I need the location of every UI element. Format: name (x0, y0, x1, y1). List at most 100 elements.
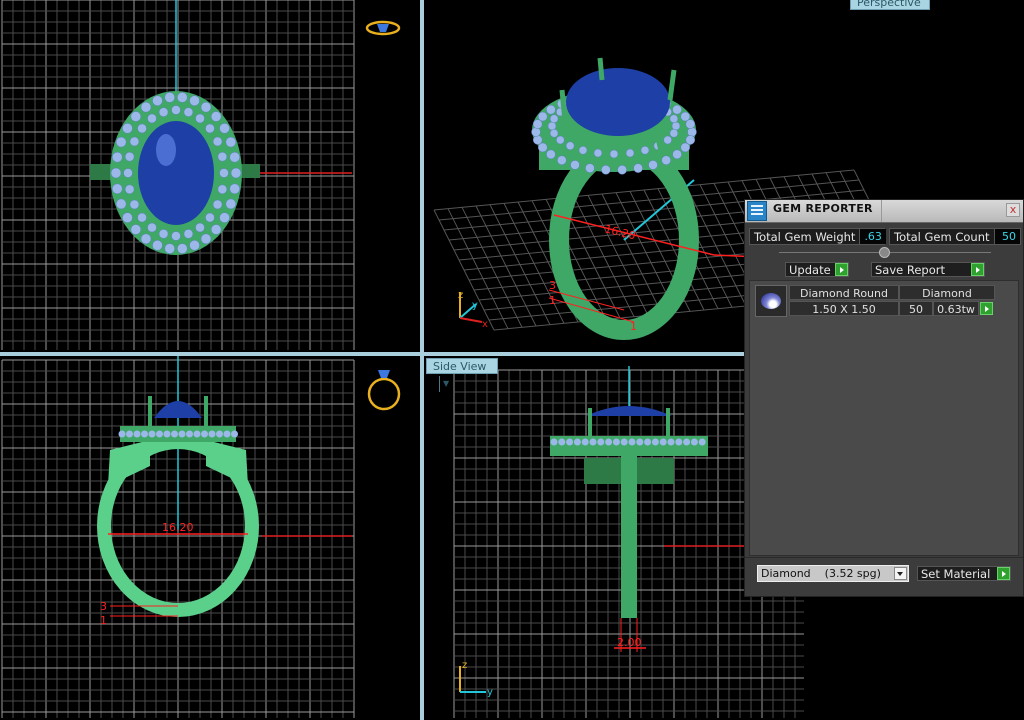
close-icon: x (1009, 203, 1017, 216)
accent-stone (216, 430, 223, 438)
shoulder-right (206, 440, 248, 486)
accent-stone (130, 111, 142, 122)
accent-stone (546, 149, 556, 160)
accent-stone (549, 128, 559, 138)
accent-stone (605, 438, 613, 446)
dimension-label-c: 1 (630, 320, 637, 333)
accent-stone (556, 135, 565, 145)
svg-text:y: y (487, 687, 493, 698)
save-report-button[interactable]: Save Report (871, 262, 985, 277)
play-arrow-icon[interactable] (835, 263, 848, 276)
accent-stone (570, 160, 580, 170)
accent-stone (115, 198, 127, 210)
material-select-value: Diamond (3.52 spg) (761, 567, 881, 580)
total-gem-count-field: Total Gem Count 50 (889, 228, 1021, 245)
accent-stone (620, 438, 628, 446)
accent-stone (531, 127, 541, 137)
accent-stone (171, 430, 178, 438)
accent-stone (685, 135, 696, 145)
diamond-round-icon (755, 285, 787, 317)
accent-stone (690, 438, 698, 446)
accent-stone (177, 92, 188, 103)
accent-stone (158, 107, 169, 117)
ring-front-icon (367, 370, 401, 411)
play-arrow-icon[interactable] (971, 263, 984, 276)
accent-stone (124, 184, 135, 195)
close-button[interactable]: x (1006, 203, 1020, 217)
panel-title: GEM REPORTER (773, 202, 873, 215)
accent-stone (593, 148, 603, 158)
accent-stone (532, 119, 543, 129)
accent-stone (669, 114, 679, 124)
accent-stone (137, 212, 147, 223)
accent-stone (140, 101, 152, 113)
accent-stone (124, 151, 135, 162)
divider (881, 200, 882, 222)
set-material-button[interactable]: Set Material (917, 566, 1011, 581)
gem-highlight (156, 134, 176, 166)
accent-stone (217, 184, 228, 195)
gem-quantity: 50 (899, 301, 933, 316)
gem-list-row[interactable]: Diamond Round Diamond 1.50 X 1.50 50 0.6… (755, 285, 995, 319)
accent-stone (193, 430, 201, 438)
gem-weight: 0.63tw (933, 301, 979, 316)
collapse-toggle[interactable] (879, 247, 890, 258)
accent-stone (147, 222, 157, 233)
accent-stone (112, 183, 123, 195)
viewport-front[interactable]: 16.20 3 1 (0, 356, 420, 720)
accent-stone (112, 151, 123, 163)
accent-stone (671, 121, 681, 131)
accent-stone (537, 111, 548, 122)
accent-stone (578, 145, 588, 155)
accent-stone (141, 430, 148, 438)
accent-stone (617, 165, 627, 175)
update-label: Update (789, 262, 831, 277)
accent-stone (225, 198, 237, 210)
accent-stone (667, 438, 675, 446)
chevron-down-icon[interactable] (894, 567, 907, 580)
accent-stone (158, 229, 169, 239)
ring-top-icon (365, 20, 401, 36)
accent-stone (558, 438, 566, 446)
viewport-tab-perspective[interactable]: Perspective (850, 0, 930, 10)
accent-stone (585, 163, 595, 173)
accent-stone (177, 243, 188, 254)
accent-stone (532, 135, 543, 145)
dimension-label-b: 1 (549, 294, 556, 307)
accent-stone (200, 233, 212, 245)
chevron-down-icon[interactable]: ▼ (439, 376, 449, 392)
accent-stone (675, 438, 683, 446)
accent-stone (130, 224, 142, 235)
accent-stone (661, 155, 671, 165)
viewport-tab-side[interactable]: Side View ▼ (426, 358, 498, 392)
play-arrow-icon[interactable] (997, 567, 1010, 580)
accent-stone (680, 142, 691, 153)
total-gem-weight-value: .63 (859, 229, 886, 244)
total-gem-count-label: Total Gem Count (894, 229, 990, 244)
gem-list[interactable]: Diamond Round Diamond 1.50 X 1.50 50 0.6… (749, 280, 1019, 556)
accent-stone (110, 167, 122, 179)
accent-stone (183, 229, 194, 239)
accent-stone (219, 123, 230, 134)
accent-stone (118, 430, 126, 438)
accent-stone (171, 231, 181, 241)
accent-stone (133, 430, 141, 438)
accent-stone (163, 430, 171, 438)
accent-stone (129, 199, 140, 210)
accent-stone (669, 128, 679, 138)
accent-stone (628, 438, 636, 446)
select-gem-button[interactable] (980, 302, 993, 315)
accent-stone (183, 107, 194, 117)
accent-stone (683, 438, 691, 446)
update-button[interactable]: Update (785, 262, 849, 277)
accent-stone (547, 121, 557, 131)
save-report-label: Save Report (875, 262, 946, 277)
accent-stone (230, 167, 242, 179)
accent-stone (152, 240, 163, 251)
panel-titlebar[interactable]: GEM REPORTER x (745, 200, 1023, 223)
accent-stone (680, 111, 691, 122)
accent-stone (219, 168, 229, 178)
viewport-top[interactable] (0, 0, 420, 352)
viewport-splitter-vertical[interactable] (420, 0, 424, 720)
material-select[interactable]: Diamond (3.52 spg) (757, 565, 909, 582)
